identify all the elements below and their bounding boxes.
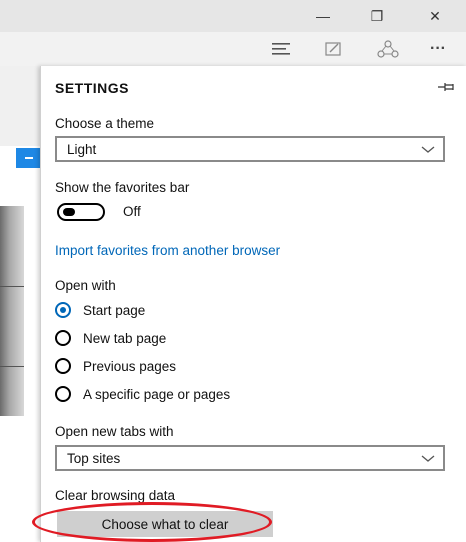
toggle-knob bbox=[63, 208, 75, 216]
radio-button-checked[interactable] bbox=[55, 302, 71, 318]
settings-title: SETTINGS bbox=[55, 80, 130, 96]
highlight-circle bbox=[32, 502, 272, 542]
web-note-icon[interactable] bbox=[314, 32, 354, 66]
theme-label: Choose a theme bbox=[55, 116, 155, 131]
background-page bbox=[0, 66, 40, 542]
share-icon[interactable] bbox=[368, 32, 408, 66]
favorites-bar-label: Show the favorites bar bbox=[55, 180, 190, 195]
radio-button[interactable] bbox=[55, 330, 71, 346]
open-with-label: Open with bbox=[55, 278, 116, 293]
new-tabs-label: Open new tabs with bbox=[55, 424, 174, 439]
close-button[interactable]: ✕ bbox=[412, 0, 458, 32]
radio-label: Previous pages bbox=[83, 358, 177, 374]
radio-start-page[interactable]: Start page bbox=[55, 300, 145, 320]
minimize-button[interactable]: — bbox=[300, 0, 346, 32]
radio-new-tab-page[interactable]: New tab page bbox=[55, 328, 166, 348]
favorites-bar-toggle[interactable] bbox=[57, 203, 105, 221]
new-tabs-value: Top sites bbox=[67, 451, 121, 466]
more-icon[interactable]: ··· bbox=[418, 32, 458, 66]
new-tabs-dropdown[interactable]: Top sites bbox=[55, 445, 445, 471]
restore-button[interactable]: ❐ bbox=[354, 0, 400, 32]
hub-icon[interactable] bbox=[262, 32, 302, 66]
pin-icon[interactable] bbox=[437, 80, 457, 94]
background-image-line bbox=[0, 366, 24, 367]
background-strip bbox=[0, 66, 40, 146]
favorites-bar-state: Off bbox=[123, 204, 141, 219]
title-bar: — ❐ ✕ bbox=[0, 0, 466, 32]
theme-value: Light bbox=[67, 142, 97, 157]
import-favorites-link[interactable]: Import favorites from another browser bbox=[55, 243, 280, 258]
settings-panel: SETTINGS Choose a theme Light Show the f… bbox=[40, 66, 466, 542]
theme-dropdown[interactable]: Light bbox=[55, 136, 445, 162]
radio-specific-pages[interactable]: A specific page or pages bbox=[55, 384, 230, 404]
background-image bbox=[0, 206, 24, 416]
chevron-down-icon bbox=[421, 146, 435, 153]
chevron-down-icon bbox=[421, 455, 435, 462]
background-image-line bbox=[0, 286, 24, 287]
radio-button[interactable] bbox=[55, 386, 71, 402]
browser-toolbar: ··· bbox=[0, 32, 466, 66]
radio-button[interactable] bbox=[55, 358, 71, 374]
radio-label: Start page bbox=[83, 302, 146, 318]
clear-data-label: Clear browsing data bbox=[55, 488, 176, 503]
radio-label: New tab page bbox=[83, 330, 167, 346]
radio-previous-pages[interactable]: Previous pages bbox=[55, 356, 176, 376]
background-blue-button bbox=[16, 148, 40, 168]
radio-label: A specific page or pages bbox=[83, 386, 231, 402]
